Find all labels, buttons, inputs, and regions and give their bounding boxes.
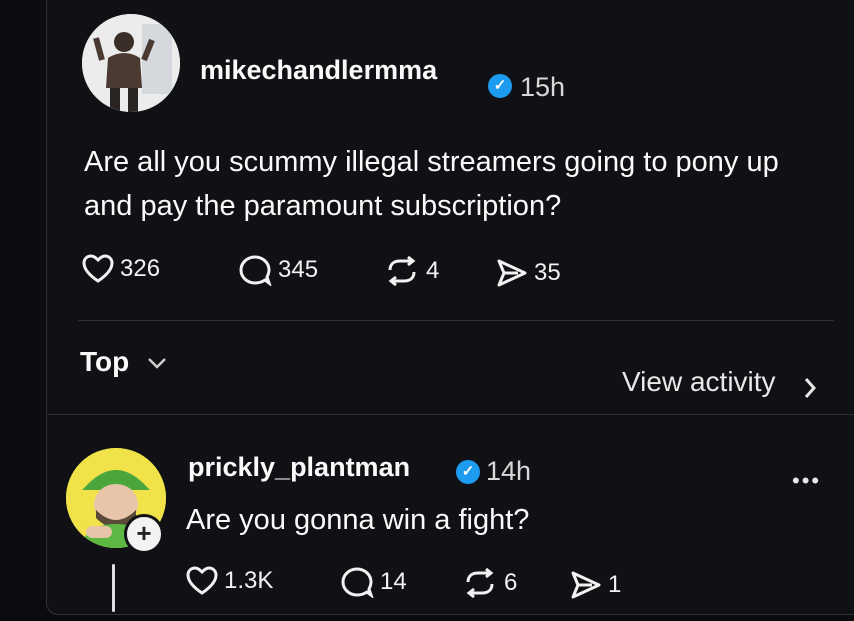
chevron-right-icon[interactable] <box>802 376 818 400</box>
post-avatar[interactable] <box>82 14 180 112</box>
like-count: 1.3K <box>224 567 274 594</box>
share-count: 35 <box>534 259 561 286</box>
share-button[interactable]: 35 <box>496 258 561 288</box>
like-count: 326 <box>120 255 161 282</box>
post-username[interactable]: mikechandlermma <box>200 55 437 86</box>
heart-icon <box>82 254 114 283</box>
share-count: 1 <box>608 571 622 598</box>
post-time: 15h <box>520 72 566 102</box>
verified-icon: ✓ <box>456 460 480 484</box>
reply-username[interactable]: prickly_plantman <box>188 452 410 483</box>
reply-button[interactable]: 14 <box>340 566 407 598</box>
share-icon <box>497 259 527 287</box>
share-button[interactable]: 1 <box>570 570 621 600</box>
view-activity-link[interactable]: View activity <box>622 366 776 398</box>
repost-button[interactable]: 4 <box>384 256 439 286</box>
reply-time: 14h <box>486 456 532 486</box>
like-button[interactable]: 326 <box>82 254 160 284</box>
reply-count: 14 <box>380 568 407 595</box>
share-icon <box>571 571 601 599</box>
repost-count: 4 <box>426 257 440 284</box>
verified-icon: ✓ <box>488 74 512 98</box>
reply-count: 345 <box>278 256 319 283</box>
divider <box>48 414 854 415</box>
divider <box>78 320 834 321</box>
repost-icon <box>466 568 494 598</box>
repost-button[interactable]: 6 <box>462 568 517 598</box>
repost-count: 6 <box>504 569 518 596</box>
more-icon[interactable]: ••• <box>792 468 821 494</box>
sort-dropdown[interactable]: Top <box>80 346 129 378</box>
reply-icon <box>341 567 374 598</box>
reply-text: Are you gonna win a fight? <box>186 504 530 536</box>
follow-button[interactable]: + <box>124 514 164 554</box>
thread-line <box>112 564 115 612</box>
repost-icon <box>388 256 416 286</box>
reply-button[interactable]: 345 <box>238 254 318 286</box>
like-button[interactable]: 1.3K <box>186 566 273 596</box>
reply-icon <box>239 255 272 286</box>
post-text: Are all you scummy illegal streamers goi… <box>84 146 779 222</box>
heart-icon <box>186 566 218 595</box>
chevron-down-icon[interactable] <box>146 356 168 370</box>
